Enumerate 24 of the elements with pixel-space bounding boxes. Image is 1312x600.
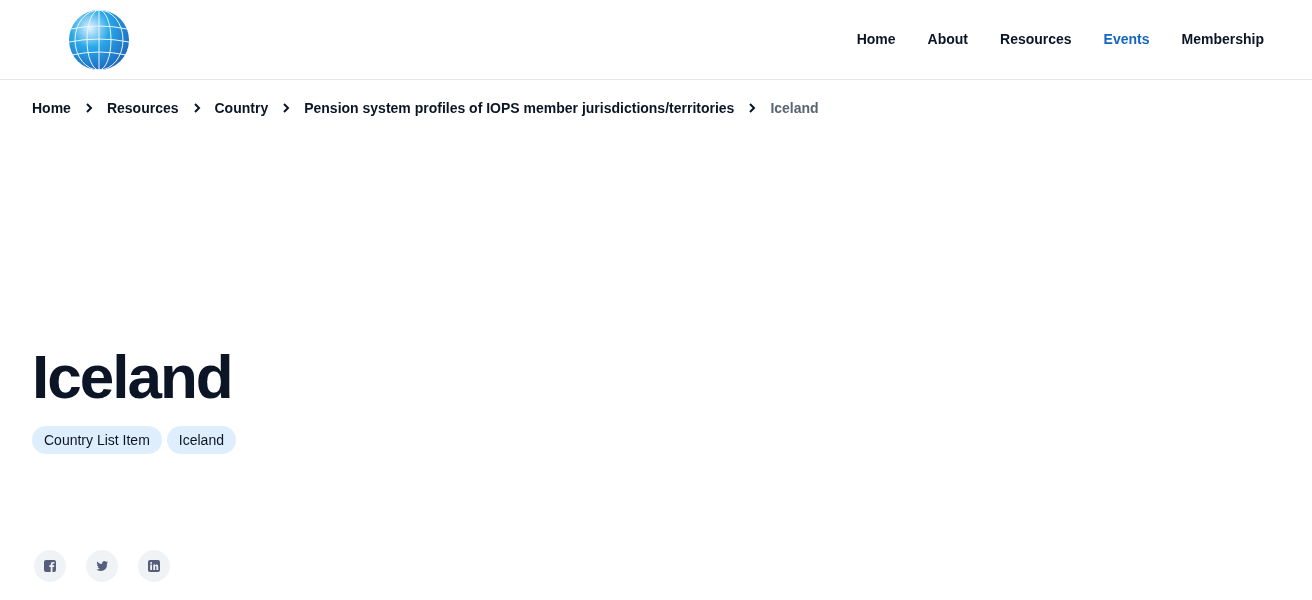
linkedin-icon [147, 559, 161, 573]
chevron-icon [748, 103, 757, 113]
nav-link[interactable]: Home [856, 29, 896, 50]
chevron-icon [84, 103, 93, 113]
facebook-share-button[interactable] [34, 550, 66, 582]
chevron-icon [282, 103, 291, 113]
facebook-icon [43, 559, 57, 573]
breadcrumb-current: Iceland [770, 98, 819, 118]
page-title: Iceland [32, 342, 232, 412]
nav-link[interactable]: Membership [1181, 29, 1264, 50]
tag-link[interactable]: Iceland [166, 426, 236, 454]
breadcrumb-link[interactable]: Resources [106, 97, 179, 119]
breadcrumb-link[interactable]: Pension system profiles of IOPS member jurisdictions/territories [304, 97, 735, 119]
nav-link[interactable]: Events [1103, 29, 1150, 50]
breadcrumb-link[interactable]: Home [32, 97, 71, 119]
globe-logo[interactable] [68, 8, 130, 71]
nav-link[interactable]: About [927, 29, 968, 50]
twitter-icon [95, 559, 109, 573]
chevron-icon [192, 103, 201, 113]
linkedin-share-button[interactable] [138, 550, 170, 582]
nav-link[interactable]: Resources [1000, 29, 1072, 50]
tag-link[interactable]: Country List Item [32, 426, 162, 454]
breadcrumb-link[interactable]: Country [214, 97, 269, 119]
twitter-share-button[interactable] [86, 550, 118, 582]
